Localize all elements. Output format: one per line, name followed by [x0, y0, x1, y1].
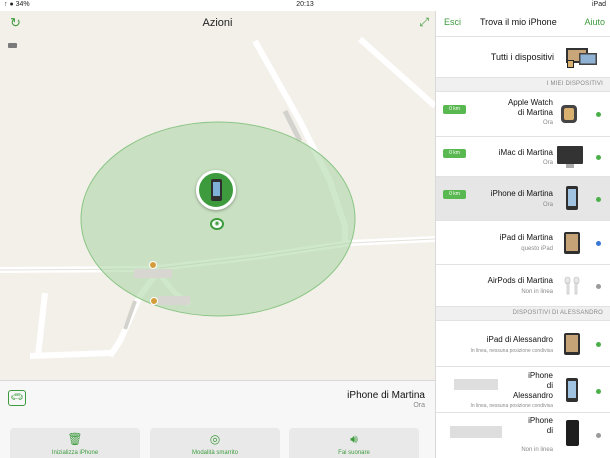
device-row-imac[interactable]: 0 km iMac di Martina Ora [436, 137, 610, 177]
device-row-ipad-alessandro[interactable]: iPad di Alessandro In linea, nessuna pos… [436, 321, 610, 367]
device-row-airpods[interactable]: AirPods di Martina Non in linea [436, 265, 610, 307]
erase-iphone-button[interactable]: 🗑︎ Inizializza iPhone [10, 428, 140, 458]
status-dot [596, 112, 601, 117]
device-name: iMac di Martina [498, 148, 553, 157]
section-my-devices: I MIEI DISPOSITIVI [436, 78, 610, 92]
help-button[interactable]: Aiuto [584, 17, 605, 27]
distance-badge: 0 km [443, 149, 466, 158]
road-label [134, 269, 172, 278]
status-dot [596, 433, 601, 438]
status-dot [596, 241, 601, 246]
distance-badge: 0 km [443, 105, 466, 114]
location-accuracy-icon: ◉ [210, 218, 224, 230]
iphone-icon [211, 179, 222, 201]
all-devices-row[interactable]: Tutti i dispositivi [436, 38, 610, 78]
sign-out-button[interactable]: Esci [444, 17, 461, 27]
device-status-text: Ora [542, 120, 553, 126]
selected-device-name: iPhone di Martina [347, 390, 425, 401]
device-action-panel: 🚗︎ iPhone di Martina Ora 🔊︎ Fai suonare … [0, 380, 435, 458]
device-status-text: questo iPad [521, 246, 553, 252]
status-dot [596, 389, 601, 394]
status-dot [596, 155, 601, 160]
iphone-icon [566, 378, 578, 402]
directions-car-icon[interactable]: 🚗︎ [8, 390, 26, 406]
trash-icon: 🗑︎ [67, 432, 83, 446]
lost-mode-button[interactable]: ◎ Modalità smarrito [150, 428, 280, 458]
device-name: iPhone di Alessandro [512, 371, 553, 400]
distance-badge: 0 km [443, 190, 466, 199]
device-row-iphone-martina[interactable]: 0 km iPhone di Martina Ora [436, 177, 610, 221]
device-row-apple-watch[interactable]: 0 km Apple Watch di Martina Ora [436, 92, 610, 137]
device-name: Apple Watch di Martina [507, 98, 553, 117]
poi-marker-icon[interactable] [149, 261, 157, 269]
device-label: iPad [591, 1, 606, 8]
apple-watch-icon [561, 105, 577, 123]
all-devices-icon [566, 48, 597, 68]
imac-icon [557, 146, 583, 168]
status-bar: ↑ ● 34% 20:13 iPad [0, 0, 610, 11]
device-status-text: Ora [542, 202, 553, 208]
map-header: ↻ Azioni ⤢ [0, 11, 435, 37]
speaker-icon: 🔊︎ [350, 432, 358, 446]
map-panel[interactable]: ↻ Azioni ⤢ ◉ 🚗︎ iPhone di Martina Ora 🔊︎… [0, 11, 435, 458]
page-title: Azioni [202, 17, 233, 29]
poi-marker-icon[interactable] [150, 297, 158, 305]
device-row-iphone-alessandro[interactable]: iPhone di Alessandro In linea, nessuna p… [436, 367, 610, 413]
status-dot [596, 197, 601, 202]
redacted-text [450, 426, 502, 438]
ipad-icon [564, 232, 580, 254]
device-status-text: Ora [542, 160, 553, 166]
list-header: Esci Trova il mio iPhone Aiuto [436, 11, 610, 37]
device-row-iphone-offline[interactable]: iPhone di Non in linea [436, 413, 610, 458]
device-location-pin[interactable] [196, 170, 236, 210]
iphone-icon [566, 420, 579, 446]
device-name: iPhone di Martina [490, 189, 553, 198]
device-status-text: Non in linea [521, 289, 553, 295]
status-dot [596, 342, 601, 347]
device-name: iPhone di [528, 416, 553, 435]
selected-device-status: Ora [413, 402, 425, 409]
clock: 20:13 [296, 1, 314, 8]
iphone-icon [566, 186, 578, 210]
redacted-text [454, 379, 498, 390]
device-status-text: Non in linea [521, 447, 553, 453]
section-alessandro-devices: DISPOSITIVI DI ALESSANDRO [436, 307, 610, 321]
ipad-icon [564, 333, 580, 355]
app-title: Trova il mio iPhone [480, 17, 557, 27]
road-label [158, 296, 190, 305]
device-name: iPad di Martina [499, 233, 553, 242]
device-status-text: In linea, nessuna posizione condivisa [470, 403, 553, 409]
expand-icon[interactable]: ⤢ [419, 15, 429, 30]
status-dot [596, 284, 601, 289]
lost-mode-icon: ◎ [209, 432, 221, 446]
device-status-text: In linea, nessuna posizione condivisa [470, 348, 553, 354]
device-name: AirPods di Martina [487, 276, 553, 285]
map-scale-icon [8, 43, 17, 48]
airpods-icon [564, 276, 580, 295]
device-row-ipad-martina[interactable]: iPad di Martina questo iPad [436, 221, 610, 265]
device-list-panel: Esci Trova il mio iPhone Aiuto Tutti i d… [435, 11, 610, 458]
play-sound-button[interactable]: 🔊︎ Fai suonare [289, 428, 419, 458]
device-name: iPad di Alessandro [486, 335, 553, 344]
